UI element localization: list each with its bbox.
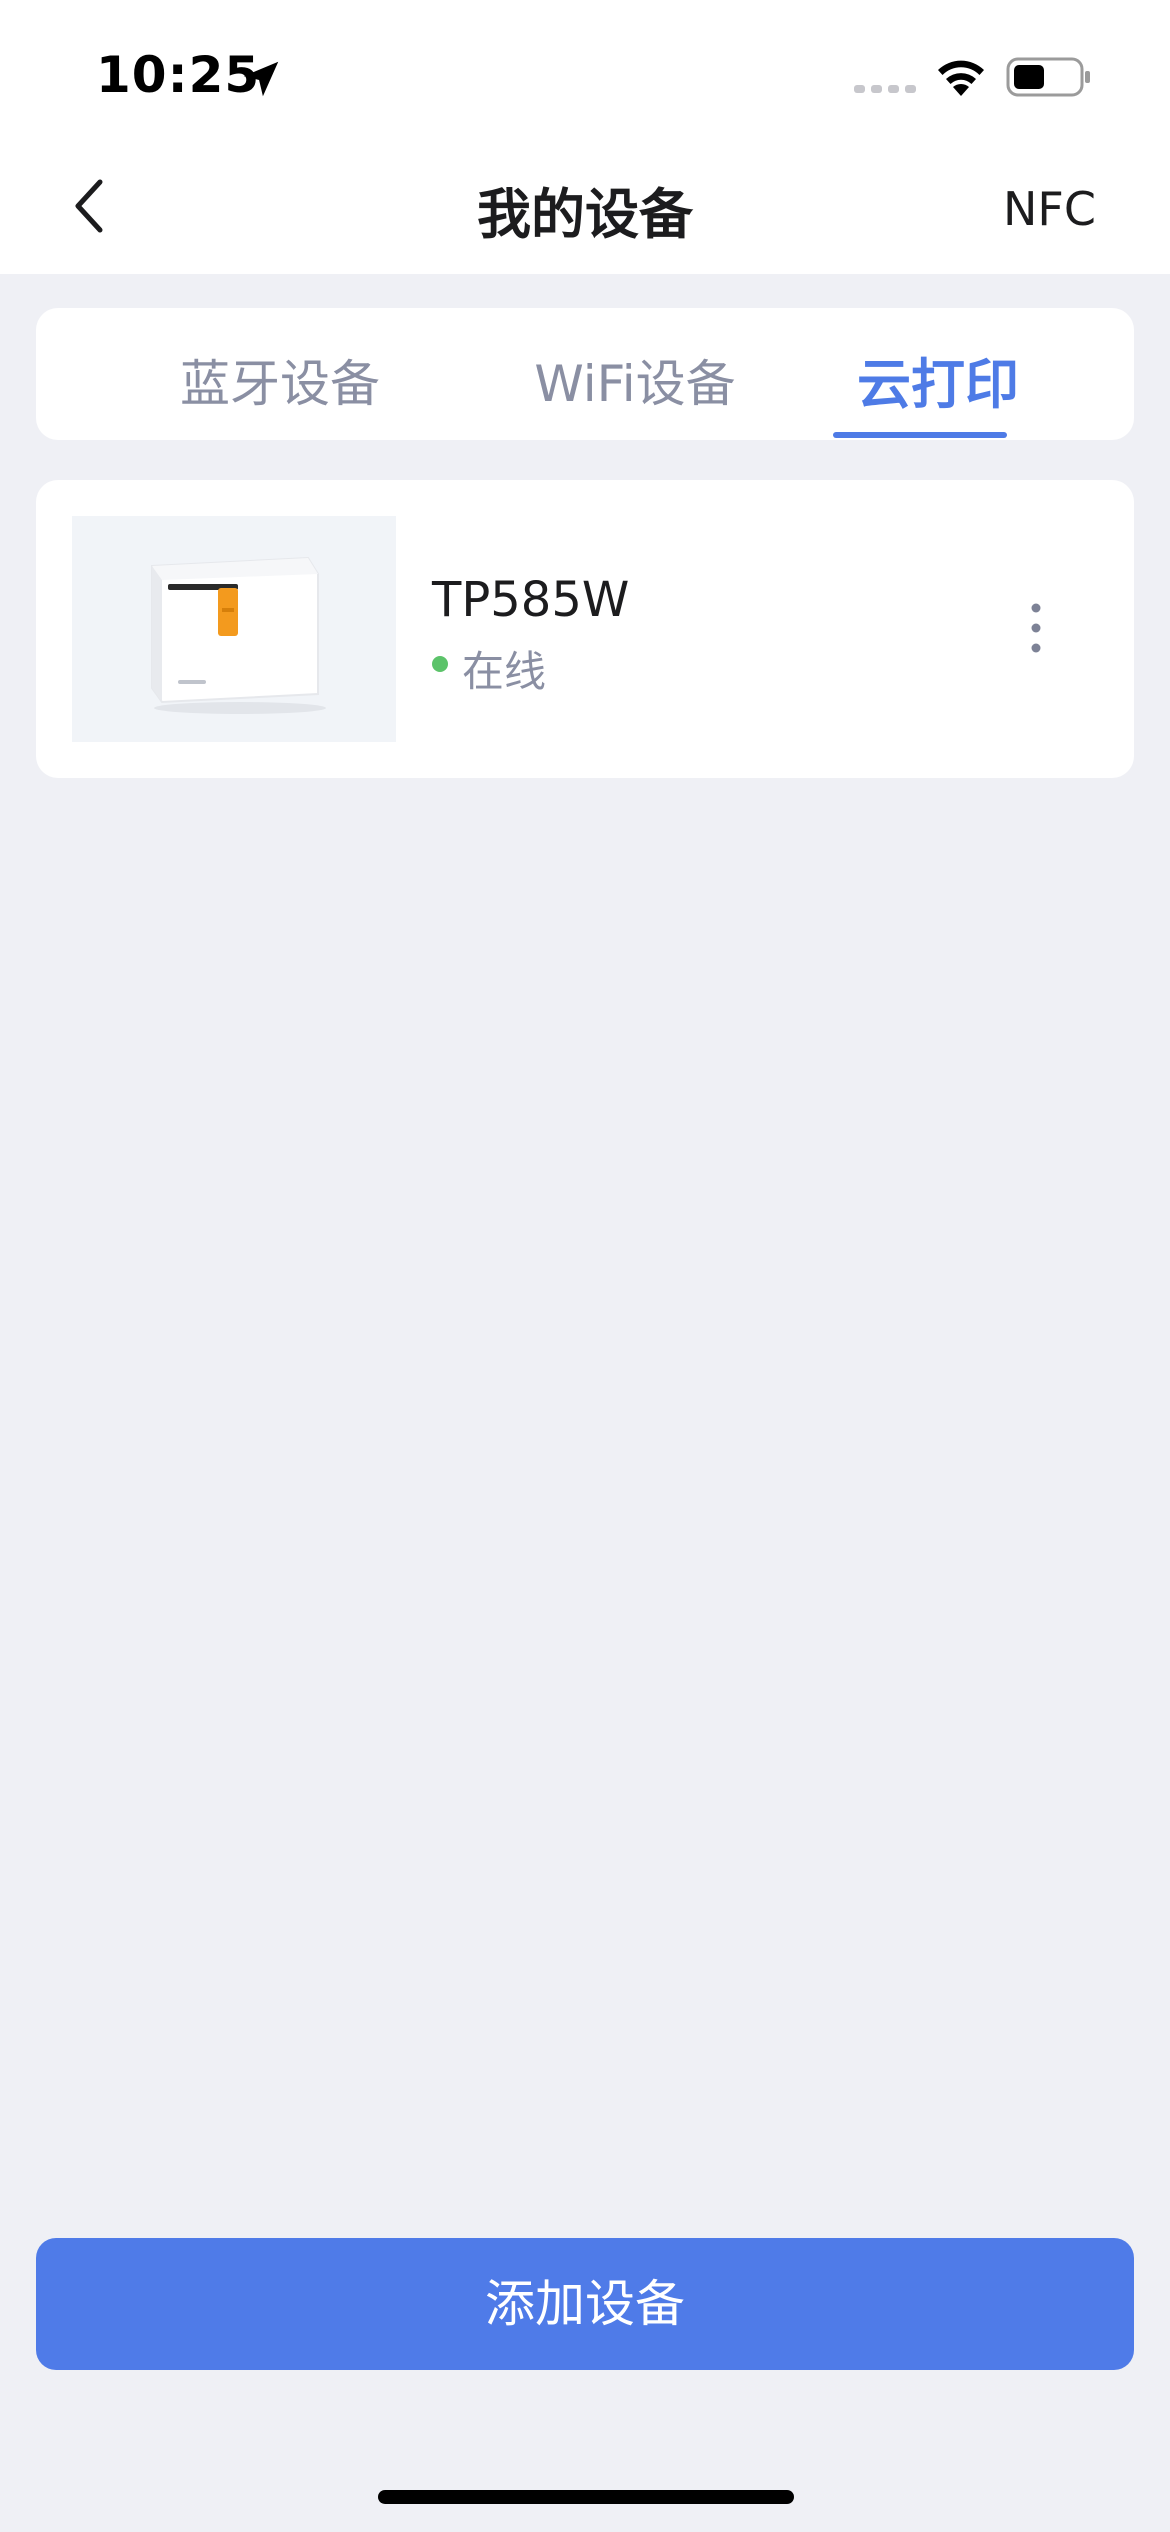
device-card[interactable]: TP585W 在线 xyxy=(36,480,1134,778)
online-status-dot xyxy=(432,656,448,672)
home-indicator xyxy=(378,2490,794,2504)
printer-image xyxy=(72,516,396,742)
wifi-icon xyxy=(938,60,984,96)
tab-wifi[interactable]: WiFi设备 xyxy=(510,344,760,413)
status-time: 10:25 xyxy=(96,46,261,104)
location-arrow-icon xyxy=(243,61,279,97)
device-status: 在线 xyxy=(462,647,547,696)
more-vertical-icon[interactable] xyxy=(1024,600,1048,656)
nfc-button[interactable]: NFC xyxy=(1003,182,1096,236)
tab-cloud-print[interactable]: 云打印 xyxy=(832,340,1044,416)
signal-icon xyxy=(854,85,916,93)
battery-icon xyxy=(1006,57,1090,97)
tab-bluetooth[interactable]: 蓝牙设备 xyxy=(178,344,382,413)
active-tab-indicator xyxy=(833,432,1007,438)
page-title: 我的设备 xyxy=(477,183,693,246)
add-device-button[interactable]: 添加设备 xyxy=(36,2238,1134,2370)
device-type-tabs: 蓝牙设备 WiFi设备 云打印 xyxy=(36,308,1134,440)
device-name: TP585W xyxy=(432,572,630,628)
header-area: 10:25 我的设备 NFC xyxy=(0,0,1170,274)
printer-illustration xyxy=(72,516,396,742)
